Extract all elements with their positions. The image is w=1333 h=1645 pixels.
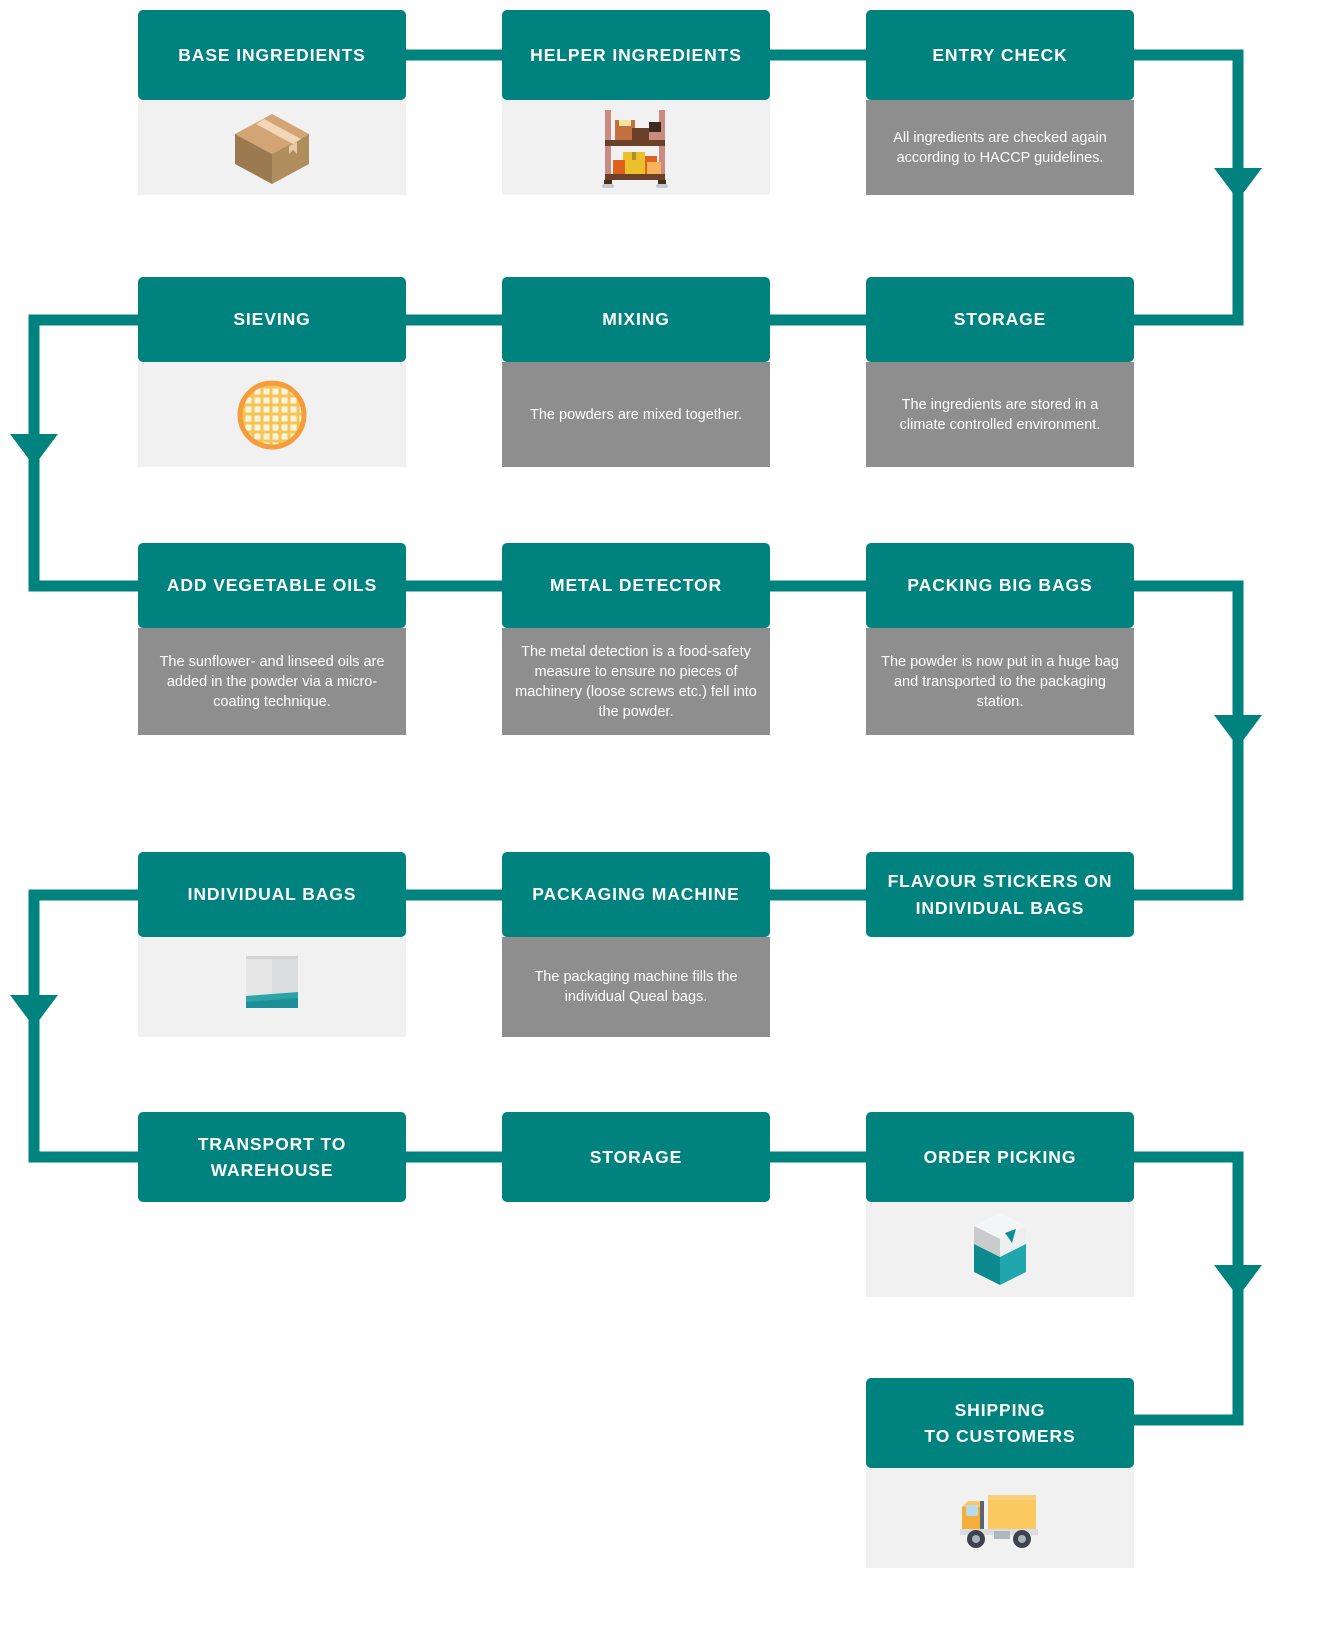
node-title: MIXING	[502, 277, 770, 362]
node-description: The powder is now put in a huge bag and …	[866, 628, 1134, 735]
delivery-truck-icon	[866, 1468, 1134, 1568]
node-icon-panel	[866, 1468, 1134, 1568]
queal-pouch-icon	[138, 937, 406, 1037]
node-description: All ingredients are checked again accord…	[866, 100, 1134, 195]
node-title: HELPER INGREDIENTS	[502, 10, 770, 100]
node-icon-panel	[138, 362, 406, 467]
node-icon-panel	[866, 1202, 1134, 1297]
node-icon-panel	[138, 100, 406, 195]
node-icon-panel	[502, 100, 770, 195]
node-title-line-2: INDIVIDUAL BAGS	[915, 897, 1085, 918]
node-storage-1[interactable]: STORAGE The ingredients are stored in a …	[866, 277, 1134, 467]
node-metal-detector[interactable]: METAL DETECTOR The metal detection is a …	[502, 543, 770, 735]
queal-box-icon	[866, 1202, 1134, 1297]
node-packing-big-bags[interactable]: PACKING BIG BAGS The powder is now put i…	[866, 543, 1134, 735]
sieve-mesh-icon	[138, 362, 406, 467]
arrowhead-individual-to-transport	[10, 995, 58, 1027]
node-title: SIEVING	[138, 277, 406, 362]
node-title: ENTRY CHECK	[866, 10, 1134, 100]
wire-orderpicking-to-shipping	[1132, 1151, 1244, 1426]
node-packaging-machine[interactable]: PACKAGING MACHINE The packaging machine …	[502, 852, 770, 1037]
node-transport-to-warehouse[interactable]: TRANSPORT TO WAREHOUSE	[138, 1112, 406, 1202]
cardboard-box-icon	[138, 100, 406, 195]
node-storage-2[interactable]: STORAGE	[502, 1112, 770, 1202]
node-title-line-2: TO CUSTOMERS	[924, 1426, 1076, 1446]
arrowhead-orderpicking-to-shipping	[1214, 1265, 1262, 1297]
node-title: SHIPPING TO CUSTOMERS	[866, 1378, 1134, 1468]
node-title: TRANSPORT TO WAREHOUSE	[138, 1112, 406, 1202]
arrowhead-sieving-to-oils	[10, 434, 58, 466]
node-title-line-1: FLAVOUR STICKERS ON	[887, 871, 1113, 892]
node-base-ingredients[interactable]: BASE INGREDIENTS	[138, 10, 406, 195]
wire-sieving-to-oils	[28, 314, 138, 592]
node-title: INDIVIDUAL BAGS	[138, 852, 406, 937]
node-title: METAL DETECTOR	[502, 543, 770, 628]
node-description: The ingredients are stored in a climate …	[866, 362, 1134, 467]
wire-bigbags-to-flavour	[1132, 580, 1244, 901]
node-sieving[interactable]: SIEVING	[138, 277, 406, 467]
node-description: The sunflower- and linseed oils are adde…	[138, 628, 406, 735]
arrowhead-entry-to-storage	[1214, 168, 1262, 200]
arrowhead-bigbags-to-flavour	[1214, 715, 1262, 747]
node-entry-check[interactable]: ENTRY CHECK All ingredients are checked …	[866, 10, 1134, 195]
flowchart-canvas: BASE INGREDIENTS HELPER INGREDIENTS ENTR…	[0, 0, 1333, 1645]
wire-entry-to-storage	[1132, 49, 1244, 326]
node-description: The powders are mixed together.	[502, 362, 770, 467]
node-title: STORAGE	[866, 277, 1134, 362]
node-title: ADD VEGETABLE OILS	[138, 543, 406, 628]
node-order-picking[interactable]: ORDER PICKING	[866, 1112, 1134, 1297]
node-shipping-to-customers[interactable]: SHIPPING TO CUSTOMERS	[866, 1378, 1134, 1568]
node-title-line-1: SHIPPING	[954, 1399, 1046, 1420]
node-title-line-2: WAREHOUSE	[210, 1160, 334, 1180]
node-title: PACKAGING MACHINE	[502, 852, 770, 937]
node-icon-panel	[138, 937, 406, 1037]
node-add-vegetable-oils[interactable]: ADD VEGETABLE OILS The sunflower- and li…	[138, 543, 406, 735]
node-title: BASE INGREDIENTS	[138, 10, 406, 100]
node-individual-bags[interactable]: INDIVIDUAL BAGS	[138, 852, 406, 1037]
node-mixing[interactable]: MIXING The powders are mixed together.	[502, 277, 770, 467]
node-description: The packaging machine fills the individu…	[502, 937, 770, 1037]
node-flavour-stickers[interactable]: FLAVOUR STICKERS ON INDIVIDUAL BAGS	[866, 852, 1134, 937]
node-helper-ingredients[interactable]: HELPER INGREDIENTS	[502, 10, 770, 195]
node-title: ORDER PICKING	[866, 1112, 1134, 1202]
node-title: FLAVOUR STICKERS ON INDIVIDUAL BAGS	[866, 852, 1134, 937]
node-title-line-1: TRANSPORT TO	[197, 1133, 347, 1154]
storage-shelf-icon	[502, 100, 770, 195]
node-title: PACKING BIG BAGS	[866, 543, 1134, 628]
node-description: The metal detection is a food-safety mea…	[502, 628, 770, 735]
node-title: STORAGE	[502, 1112, 770, 1202]
wire-individual-to-transport	[28, 889, 138, 1163]
